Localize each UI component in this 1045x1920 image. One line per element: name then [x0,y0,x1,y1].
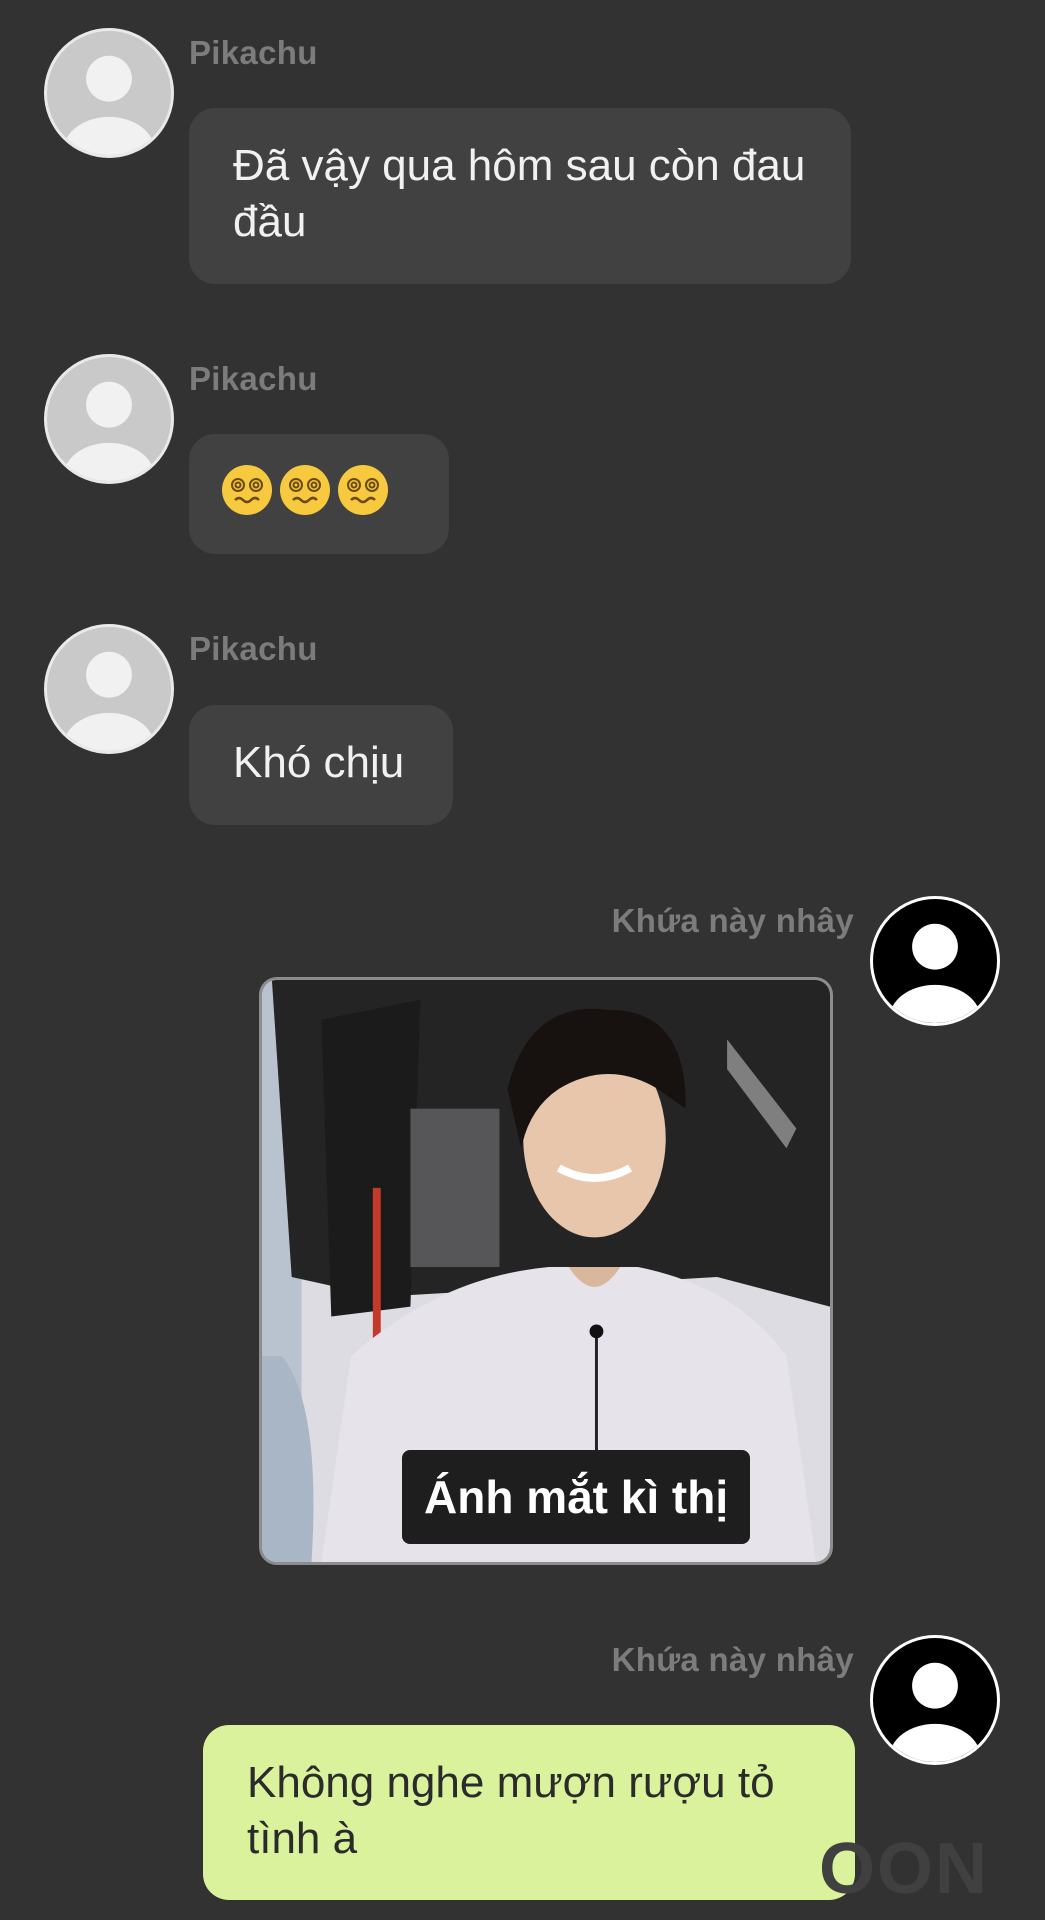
message-text: Đã vậy qua hôm sau còn đau đầu [233,141,806,246]
avatar[interactable] [870,1635,1000,1765]
user-icon [889,923,981,1023]
message-text: Khó chịu [233,738,405,787]
message-bubble[interactable]: Đã vậy qua hôm sau còn đau đầu [189,108,851,284]
message-bubble[interactable]: Khó chịu [189,705,453,825]
sender-name: Pikachu [189,34,318,71]
sticker-caption: Ánh mắt kì thị [402,1450,751,1544]
dizzy-face-emoji-icon [280,465,330,516]
sender-name: Pikachu [189,630,318,667]
avatar[interactable] [870,896,1000,1026]
default-user-icon [63,381,155,481]
user-icon [889,1662,981,1762]
sender-name: Khứa này nhây [611,1641,854,1678]
sender-name: Pikachu [189,360,318,397]
avatar[interactable] [44,354,174,484]
dizzy-face-emoji-icon [222,465,272,516]
sticker-image[interactable]: Ánh mắt kì thị [259,977,833,1565]
emoji-row [221,460,395,516]
sender-name: Khứa này nhây [611,902,854,939]
message-bubble[interactable]: Không nghe mượn rượu tỏ tình à [203,1725,855,1900]
default-user-icon [63,651,155,751]
default-user-icon [63,55,155,155]
avatar[interactable] [44,28,174,158]
chat-thread[interactable]: Pikachu Đã vậy qua hôm sau còn đau đầu P… [0,0,1045,1920]
message-text: Không nghe mượn rượu tỏ tình à [247,1758,775,1863]
avatar[interactable] [44,624,174,754]
watermark: OON [818,1829,989,1909]
message-bubble[interactable] [189,434,449,554]
dizzy-face-emoji-icon [338,465,388,516]
